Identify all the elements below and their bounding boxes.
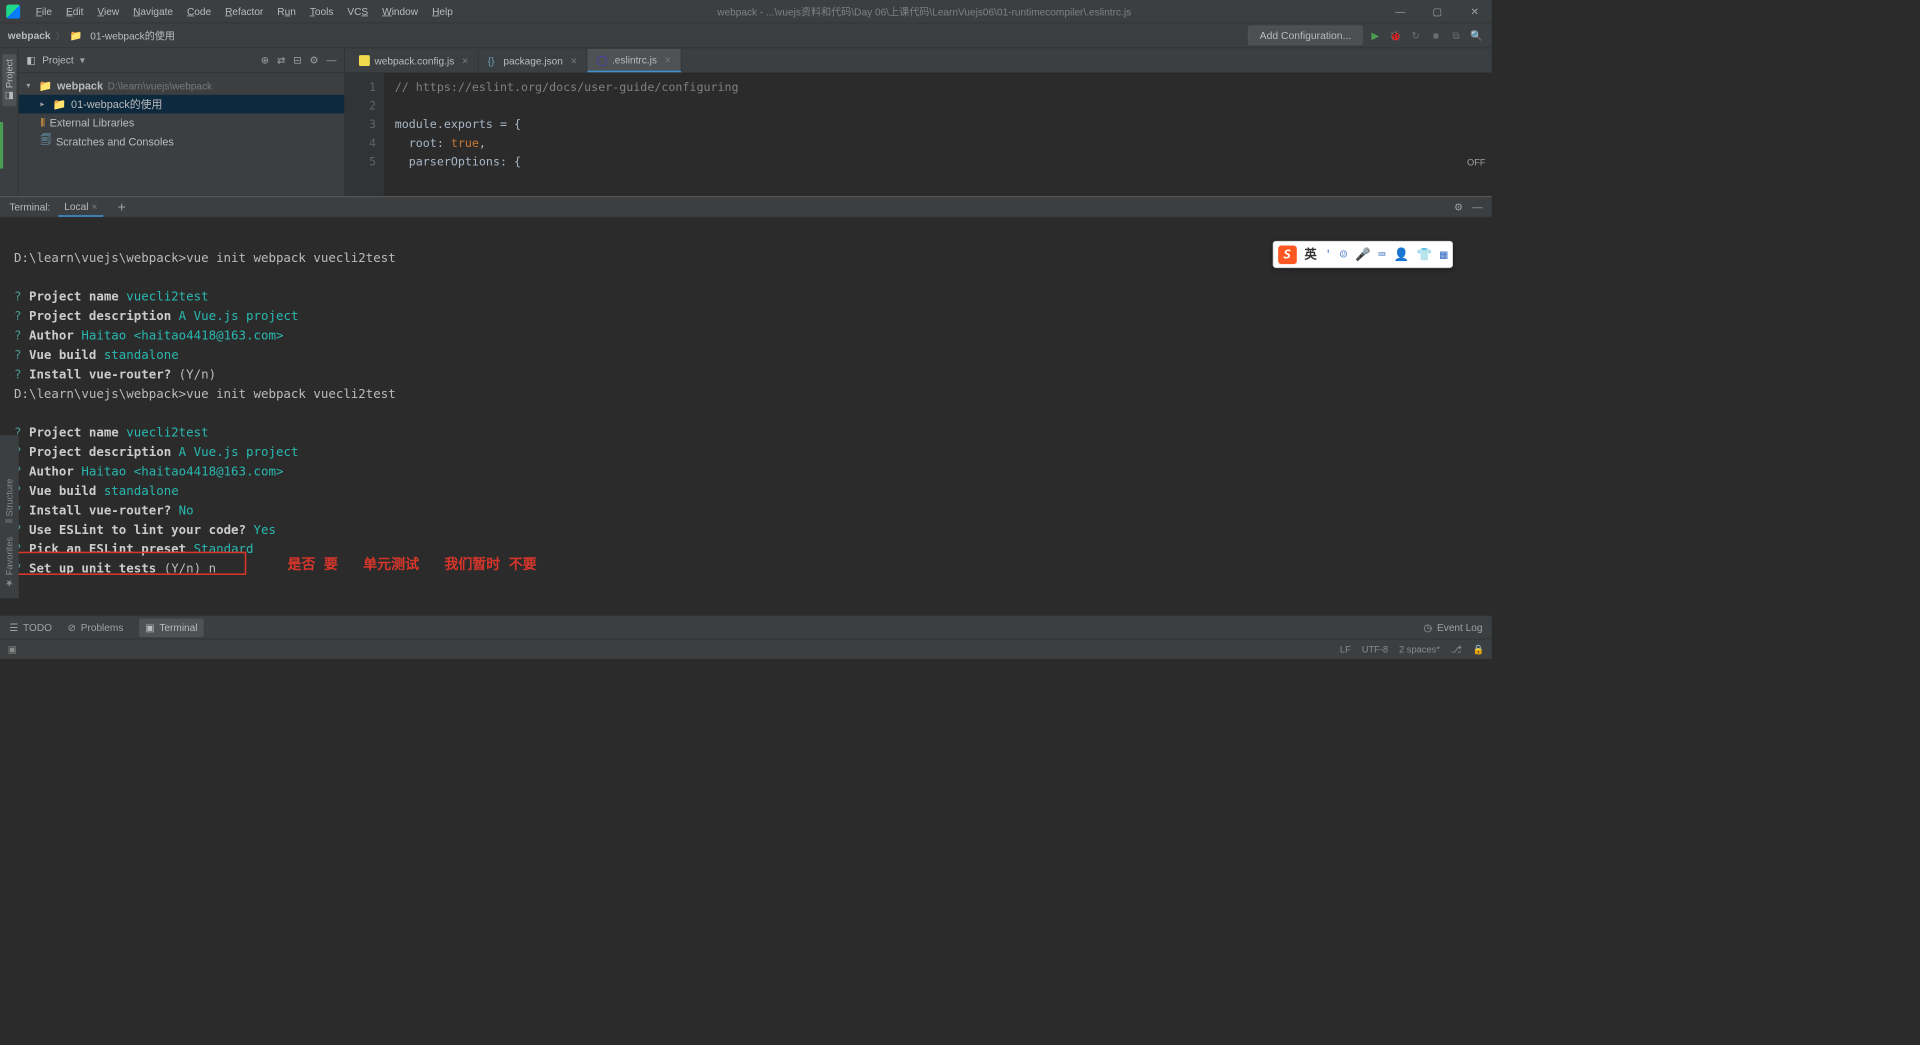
menu-tools[interactable]: Tools [304,3,340,19]
titlebar: File Edit View Navigate Code Refactor Ru… [0,0,1492,23]
ime-lang-toggle[interactable]: 英 [1304,245,1316,264]
terminal-title: Terminal: [9,201,50,213]
annotation-box [9,552,246,575]
add-configuration-button[interactable]: Add Configuration... [1248,26,1363,45]
ime-toolbox-icon[interactable]: ▦ [1440,245,1447,264]
tree-scratches[interactable]: 🗐 Scratches and Consoles [19,132,345,151]
menu-view[interactable]: View [91,3,125,19]
menu-bar: File Edit View Navigate Code Refactor Ru… [30,3,460,19]
tab-eslintrc[interactable]: ◯ .eslintrc.js × [587,49,681,72]
ime-user-icon[interactable]: 👤 [1394,245,1409,264]
expand-all-icon[interactable]: ⇄ [277,54,285,66]
window-title: webpack - ...\vuejs资料和代码\Day 06\上课代码\Lea… [459,4,1389,19]
chevron-right-icon[interactable]: ▸ [40,100,48,109]
menu-run[interactable]: Run [271,3,302,19]
scratches-icon: 🗐 [40,132,51,151]
tab-webpack-config[interactable]: webpack.config.js × [350,49,479,72]
libraries-icon: ⫴ [40,116,45,129]
breadcrumb-item[interactable]: 01-webpack的使用 [90,28,175,43]
breadcrumb-sep-icon: 〉 [55,28,65,43]
profiler-icon[interactable]: ⧉ [1448,28,1464,44]
close-icon[interactable]: × [571,54,577,66]
annotation-text: 是否 要 单元测试 我们暂时 不要 [287,555,536,574]
coverage-icon[interactable]: ↻ [1408,28,1424,44]
tree-external-libraries[interactable]: ⫴ External Libraries [19,113,345,132]
sidebar-favorites-tab[interactable]: ★ Favorites [2,534,16,592]
tab-package-json[interactable]: {} package.json × [478,49,587,72]
terminal-panel: Terminal: Local× + ⚙ — D:\learn\vuejs\we… [0,196,1492,616]
breadcrumb-root: webpack [8,30,51,42]
tree-root[interactable]: ▾ 📁 webpack D:\learn\vuejs\webpack [19,76,345,95]
gear-icon[interactable]: ⚙ [1454,201,1463,213]
ime-keyboard-icon[interactable]: ⌨ [1378,245,1385,264]
main-area: ◧ Project ◧ Project ▾ ⊕ ⇄ ⊟ ⚙ — ▾ 📁 webp… [0,48,1492,196]
gear-icon[interactable]: ⚙ [310,54,319,66]
run-icon[interactable]: ▶ [1368,28,1384,44]
project-panel-header: ◧ Project ▾ ⊕ ⇄ ⊟ ⚙ — [19,48,345,73]
project-tree[interactable]: ▾ 📁 webpack D:\learn\vuejs\webpack ▸ 📁 0… [19,73,345,154]
inspection-off-badge[interactable]: OFF [1467,157,1486,168]
ime-emoji-icon[interactable]: ☺ [1340,245,1347,264]
sogou-logo-icon[interactable]: S [1278,245,1297,264]
project-view-icon: ◧ [26,54,36,66]
navigation-bar: webpack 〉 📁 01-webpack的使用 Add Configurat… [0,23,1492,48]
breadcrumb[interactable]: webpack 〉 📁 01-webpack的使用 [8,28,175,43]
project-panel-title[interactable]: Project [42,54,73,66]
ime-toolbar[interactable]: S 英 ' ☺ 🎤 ⌨ 👤 👕 ▦ [1272,241,1453,268]
minimize-button[interactable]: — [1389,5,1411,17]
menu-navigate[interactable]: Navigate [127,3,179,19]
sidebar-structure-tab[interactable]: ⫴ Structure [2,476,16,527]
eslint-file-icon: ◯ [596,54,607,65]
editor-area: webpack.config.js × {} package.json × ◯ … [345,48,1492,196]
folder-icon: 📁 [70,29,83,41]
ime-skin-icon[interactable]: 👕 [1417,245,1432,264]
menu-refactor[interactable]: Refactor [219,3,270,19]
chevron-down-icon[interactable]: ▾ [80,54,85,66]
add-terminal-button[interactable]: + [118,199,126,215]
json-file-icon: {} [488,55,499,66]
sidebar-project-tab[interactable]: ◧ Project [2,54,16,106]
chevron-down-icon[interactable]: ▾ [26,81,34,90]
js-file-icon [359,55,370,66]
tree-folder-selected[interactable]: ▸ 📁 01-webpack的使用 [19,95,345,114]
terminal-header: Terminal: Local× + ⚙ — [0,197,1492,217]
project-panel: ◧ Project ▾ ⊕ ⇄ ⊟ ⚙ — ▾ 📁 webpack D:\lea… [19,48,345,196]
maximize-button[interactable]: ▢ [1427,5,1449,17]
menu-code[interactable]: Code [181,3,218,19]
line-gutter: 1 2 3 4 5 [345,73,384,196]
close-icon[interactable]: × [665,54,671,66]
left-tool-strip-bottom: ⫴ Structure ★ Favorites [0,435,19,598]
stop-icon[interactable]: ■ [1428,28,1444,44]
terminal-output[interactable]: D:\learn\vuejs\webpack>vue init webpack … [0,218,1492,706]
toolbar-right: Add Configuration... ▶ 🐞 ↻ ■ ⧉ 🔍 [1248,26,1484,45]
editor-tabs: webpack.config.js × {} package.json × ◯ … [345,48,1492,73]
code-editor[interactable]: 1 2 3 4 5 // https://eslint.org/docs/use… [345,73,1492,196]
app-logo [6,4,20,18]
menu-edit[interactable]: Edit [60,3,90,19]
menu-vcs[interactable]: VCS [341,3,374,19]
ime-voice-icon[interactable]: 🎤 [1355,245,1370,264]
ime-punct-icon[interactable]: ' [1325,245,1332,264]
search-icon[interactable]: 🔍 [1469,28,1485,44]
debug-icon[interactable]: 🐞 [1388,28,1404,44]
select-opened-file-icon[interactable]: ⊕ [261,54,269,66]
code-content[interactable]: // https://eslint.org/docs/user-guide/co… [384,73,739,196]
menu-file[interactable]: File [30,3,59,19]
terminal-tab-local[interactable]: Local× [58,197,104,216]
folder-icon: 📁 [39,79,53,92]
close-icon[interactable]: × [92,200,98,212]
active-indicator [0,122,3,169]
collapse-all-icon[interactable]: ⊟ [293,54,301,66]
hide-panel-icon[interactable]: — [326,54,336,66]
window-controls: — ▢ ✕ [1389,5,1485,17]
folder-icon: 📁 [53,98,67,111]
close-button[interactable]: ✕ [1464,5,1486,17]
menu-window[interactable]: Window [376,3,424,19]
menu-help[interactable]: Help [426,3,459,19]
hide-panel-icon[interactable]: — [1472,201,1482,213]
close-icon[interactable]: × [462,54,468,66]
